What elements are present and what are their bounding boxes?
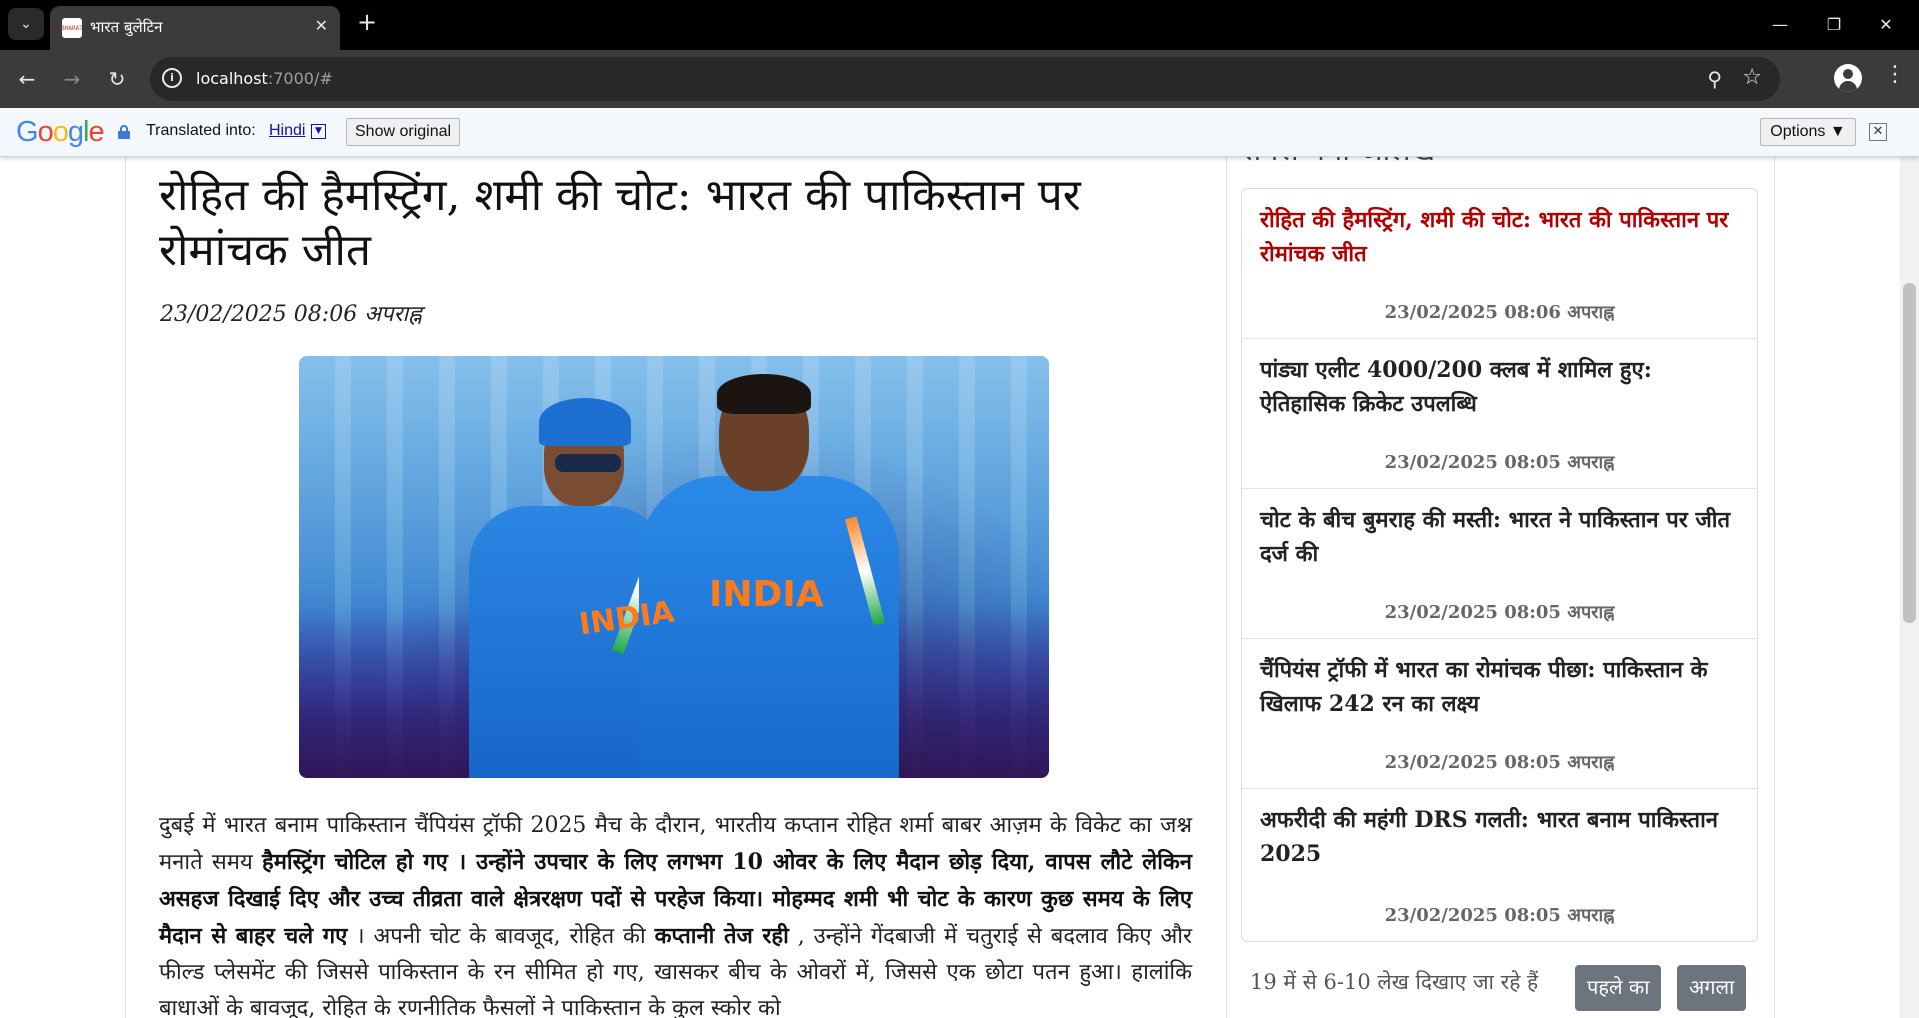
- article-title: रोहित की हैमस्ट्रिंग, शमी की चोट: भारत क…: [159, 170, 1081, 276]
- translate-bar: Google Translated into: Hindi ▼ Show ori…: [0, 108, 1919, 157]
- news-item-date: 23/02/2025 08:05 अपराह्न: [1384, 602, 1615, 623]
- news-item-date: 23/02/2025 08:05 अपराह्न: [1384, 905, 1615, 926]
- news-list-item[interactable]: चैंपियंस ट्रॉफी में भारत का रोमांचक पीछा…: [1242, 639, 1757, 789]
- new-tab-button[interactable]: +: [352, 8, 382, 36]
- previous-page-button[interactable]: पहले का: [1575, 965, 1662, 1011]
- browser-toolbar: ← → ↻ i localhost:7000/# ⚲ ☆ ⋮: [0, 50, 1919, 108]
- lock-icon: [118, 125, 130, 139]
- news-item-title[interactable]: पांड्या एलीट 4000/200 क्लब में शामिल हुए…: [1260, 353, 1739, 421]
- next-page-button[interactable]: अगला: [1677, 965, 1747, 1011]
- news-item-title[interactable]: चोट के बीच बुमराह की मस्ती: भारत ने पाकि…: [1260, 503, 1739, 571]
- news-item-title[interactable]: चैंपियंस ट्रॉफी में भारत का रोमांचक पीछा…: [1260, 653, 1739, 721]
- scrollbar-thumb[interactable]: [1903, 283, 1916, 623]
- url-path: :7000/#: [267, 69, 333, 88]
- news-item-date: 23/02/2025 08:06 अपराह्न: [1384, 302, 1615, 323]
- news-list-item[interactable]: रोहित की हैमस्ट्रिंग, शमी की चोट: भारत क…: [1242, 189, 1757, 339]
- forward-button[interactable]: →: [55, 62, 89, 96]
- news-item-title[interactable]: अफरीदी की महंगी DRS गलती: भारत बनाम पाकि…: [1260, 803, 1739, 871]
- options-button[interactable]: Options ▼: [1760, 118, 1856, 146]
- pagination-info: 19 में से 6-10 लेख दिखाए जा रहे हैं: [1250, 970, 1539, 994]
- url-text[interactable]: localhost:7000/#: [196, 69, 333, 88]
- translated-into-label: Translated into:: [146, 122, 256, 139]
- arrow-left-icon: ←: [18, 67, 36, 91]
- star-icon[interactable]: ☆: [1742, 65, 1762, 90]
- sidebar-heading: सबसे नया आलेख: [1241, 156, 1435, 169]
- news-item-title[interactable]: रोहित की हैमस्ट्रिंग, शमी की चोट: भारत क…: [1260, 203, 1739, 271]
- profile-icon[interactable]: [1834, 64, 1862, 92]
- tab-list-button[interactable]: ⌄: [8, 8, 44, 40]
- news-list-item[interactable]: अफरीदी की महंगी DRS गलती: भारत बनाम पाकि…: [1242, 789, 1757, 941]
- article-body: दुबई में भारत बनाम पाकिस्तान चैंपियंस ट्…: [159, 808, 1192, 1018]
- favicon-text: BHARAT: [61, 24, 83, 32]
- article-body-segment: कप्तानी तेज रही: [654, 923, 789, 949]
- tab-close-icon[interactable]: ✕: [315, 16, 328, 35]
- close-translate-icon[interactable]: ✕: [1869, 123, 1887, 141]
- reload-button[interactable]: ↻: [100, 62, 134, 96]
- news-list-item[interactable]: चोट के बीच बुमराह की मस्ती: भारत ने पाकि…: [1242, 489, 1757, 639]
- chevron-down-icon: ⌄: [20, 16, 32, 32]
- reload-icon: ↻: [108, 67, 126, 91]
- minimize-icon[interactable]: —: [1760, 8, 1800, 40]
- tab-strip: ⌄ BHARAT भारत बुलेटिन ✕ + — ❐ ✕: [0, 0, 1919, 50]
- target-language-link[interactable]: Hindi: [269, 122, 305, 140]
- page-scrollbar[interactable]: [1900, 156, 1919, 1018]
- tab-title: भारत बुलेटिन: [90, 18, 163, 36]
- url-host: localhost: [196, 69, 268, 88]
- show-original-button[interactable]: Show original: [346, 118, 461, 146]
- latest-articles-list: रोहित की हैमस्ट्रिंग, शमी की चोट: भारत क…: [1241, 188, 1758, 942]
- location-pin-icon[interactable]: ⚲: [1707, 67, 1722, 91]
- language-dropdown-icon[interactable]: ▼: [311, 124, 326, 139]
- address-bar[interactable]: i localhost:7000/# ⚲ ☆: [150, 57, 1780, 101]
- info-icon[interactable]: i: [162, 68, 182, 88]
- favicon-icon: BHARAT: [61, 18, 83, 38]
- article-body-segment: । अपनी चोट के बावजूद, रोहित की: [347, 924, 655, 949]
- article-image: INDIA INDIA: [299, 356, 1049, 778]
- news-item-date: 23/02/2025 08:05 अपराह्न: [1384, 452, 1615, 473]
- kebab-menu-icon[interactable]: ⋮: [1880, 62, 1910, 87]
- arrow-right-icon: →: [63, 67, 81, 91]
- browser-tab[interactable]: BHARAT भारत बुलेटिन ✕: [50, 6, 340, 50]
- restore-icon[interactable]: ❐: [1814, 8, 1854, 40]
- page-content: रोहित की हैमस्ट्रिंग, शमी की चोट: भारत क…: [0, 156, 1900, 1018]
- window-close-icon[interactable]: ✕: [1866, 8, 1906, 40]
- article-date: 23/02/2025 08:06 अपराह्न: [160, 302, 422, 327]
- back-button[interactable]: ←: [10, 62, 44, 96]
- google-logo: Google: [16, 116, 105, 148]
- news-item-date: 23/02/2025 08:05 अपराह्न: [1384, 752, 1615, 773]
- news-list-item[interactable]: पांड्या एलीट 4000/200 क्लब में शामिल हुए…: [1242, 339, 1757, 489]
